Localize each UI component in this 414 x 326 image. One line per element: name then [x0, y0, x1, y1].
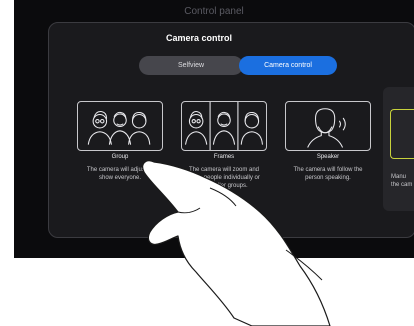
group-mode-description: The camera will adjust to show everyone. — [67, 166, 173, 182]
frames-mode-label: Frames — [213, 154, 235, 160]
group-desc-line: show everyone. — [98, 175, 142, 181]
selfview-tab[interactable]: Selfview — [139, 56, 243, 75]
manual-desc-line: the cam — [391, 182, 413, 188]
frames-desc-line: show people individually or — [188, 175, 260, 181]
manual-icon — [390, 109, 414, 159]
group-mode-card[interactable] — [77, 101, 163, 151]
frames-mode-card[interactable] — [181, 101, 267, 151]
speaker-mode-description: The camera will follow the person speaki… — [275, 166, 381, 182]
camera-control-tab[interactable]: Camera control — [239, 56, 337, 75]
camera-control-modal: Camera control Selfview Camera control G… — [48, 22, 414, 238]
speaker-mode-card[interactable] — [285, 101, 371, 151]
speaker-desc-line: person speaking. — [305, 175, 351, 181]
modal-title: Camera control — [165, 33, 233, 43]
speaker-mode-label: Speaker — [316, 154, 340, 160]
manual-desc-line: Manu — [391, 174, 407, 180]
touch-panel-screen: Control panel Camera control Selfview Ca… — [14, 0, 414, 258]
frames-icon — [185, 102, 263, 150]
group-mode-label: Group — [111, 154, 129, 160]
frames-desc-line: The camera will zoom and — [188, 167, 260, 173]
manual-mode-description: Manu the cam — [391, 173, 414, 189]
panel-title: Control panel — [184, 6, 244, 17]
speaker-icon — [307, 108, 346, 148]
frames-desc-line: in smaller groups. — [200, 183, 248, 189]
frames-mode-description: The camera will zoom and show people ind… — [167, 166, 281, 190]
speaker-desc-line: The camera will follow the — [293, 167, 363, 173]
group-icon — [87, 110, 151, 145]
group-desc-line: The camera will adjust to — [86, 167, 154, 173]
